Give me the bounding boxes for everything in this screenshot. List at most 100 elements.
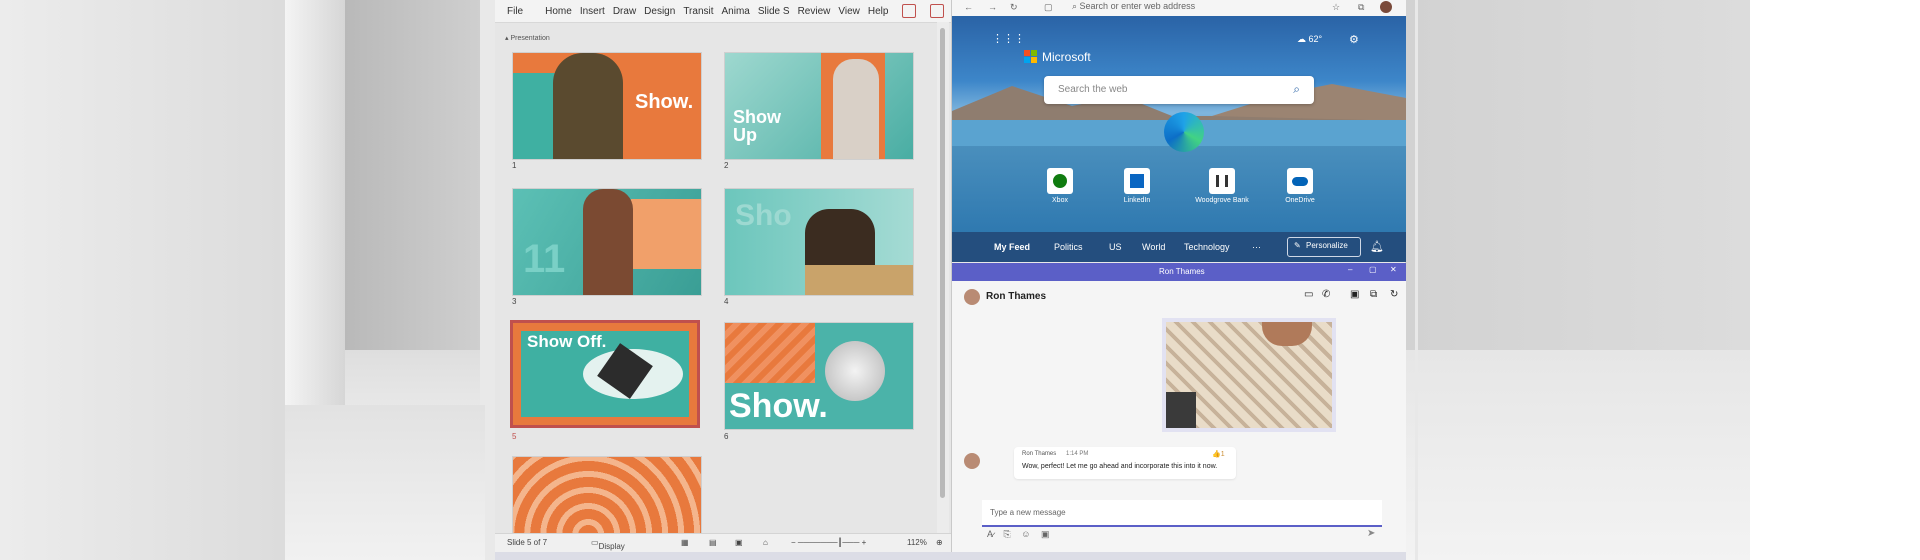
gif-icon[interactable]: ▣	[1041, 529, 1050, 539]
right-wall-line	[1415, 0, 1418, 560]
display-settings-button[interactable]: ▭ Display Settings	[591, 538, 627, 560]
slide-number: 1	[512, 161, 517, 170]
scrollbar-thumb[interactable]	[940, 28, 945, 498]
message-text: Wow, perfect! Let me go ahead and incorp…	[1022, 463, 1218, 470]
chat-header: Ron Thames ▭ ✆ ▣ ⧉ ↻	[952, 281, 1406, 313]
ribbon-tab-design[interactable]: Design	[644, 6, 675, 17]
back-icon[interactable]: ←	[964, 2, 973, 12]
tile-label-onedrive: OneDrive	[1285, 197, 1315, 204]
right-floor	[1405, 350, 1750, 560]
edge-window: ← → ↻ ▢ ⌕ Search or enter web address ☆ …	[952, 0, 1406, 262]
format-icon[interactable]: A̷	[987, 529, 993, 539]
tile-onedrive[interactable]	[1287, 168, 1313, 194]
message-time: 1:14 PM	[1066, 451, 1089, 457]
tile-label-linkedin: LinkedIn	[1123, 197, 1151, 204]
slide-thumbnail-2[interactable]: Show Up	[724, 52, 914, 160]
phone-call-icon[interactable]: ✆	[1322, 289, 1330, 300]
slide-thumbnail-1[interactable]: Show.	[512, 52, 702, 160]
send-icon[interactable]: ➤	[1367, 528, 1375, 539]
teams-titlebar: Ron Thames – ▢ ✕	[952, 263, 1406, 281]
comments-icon[interactable]	[930, 4, 945, 18]
maximize-icon[interactable]: ▢	[1369, 265, 1377, 274]
tile-linkedin[interactable]	[1124, 168, 1150, 194]
ribbon-tab-slideshow[interactable]: Slide S	[758, 6, 790, 17]
collections-icon[interactable]: ⧉	[1358, 2, 1364, 13]
slide-title: Show.	[729, 387, 828, 425]
slide-title: Show Up	[733, 107, 781, 145]
slide-number: 5	[512, 432, 517, 441]
shared-photo[interactable]	[1162, 318, 1336, 432]
ribbon-tab-insert[interactable]: Insert	[580, 6, 605, 17]
minimize-icon[interactable]: –	[1348, 265, 1352, 274]
slide-thumbnail-3[interactable]: 11	[512, 188, 702, 296]
screen-share-icon[interactable]: ▣	[1350, 289, 1359, 300]
compose-toolbar: A̷ ⎘ ☺ ▣	[987, 529, 1049, 540]
apps-grid-icon[interactable]: ⋮⋮⋮	[992, 32, 1025, 45]
ribbon-tab-transitions[interactable]: Transit	[683, 6, 713, 17]
search-input[interactable]: Search the web ⌕	[1044, 76, 1314, 104]
people-icon[interactable]: ⧉	[1370, 289, 1377, 300]
normal-view-icon[interactable]: ▦	[681, 538, 689, 547]
tab-politics[interactable]: Politics	[1054, 242, 1083, 252]
ribbon-tab-draw[interactable]: Draw	[613, 6, 636, 17]
tile-woodgrove[interactable]	[1209, 168, 1235, 194]
slide-thumbnail-5[interactable]: Show Off.	[510, 320, 700, 428]
reading-view-icon[interactable]: ▣	[735, 538, 743, 547]
ppt-status-bar: Slide 5 of 7 ▭ Display Settings ▦ ▤ ▣ ⌂ …	[495, 533, 951, 560]
contact-name: Ron Thames	[986, 291, 1047, 302]
refresh-icon[interactable]: ↻	[1010, 2, 1018, 13]
slide-shape	[805, 265, 913, 295]
tab-technology[interactable]: Technology	[1184, 242, 1230, 252]
slide-thumbnail-6[interactable]: Show.	[724, 322, 914, 430]
slide-number: 6	[724, 432, 729, 441]
left-wall	[0, 0, 285, 560]
tab-us[interactable]: US	[1109, 242, 1122, 252]
new-tab-hero: ⋮⋮⋮ Microsoft ☁ 62° ⚙ Search the web ⌕ X…	[952, 16, 1406, 232]
tab-actions-icon[interactable]: ▢	[1044, 2, 1053, 13]
ppt-ribbon: File Home Insert Draw Design Transit Ani…	[495, 0, 951, 23]
ribbon-tab-view[interactable]: View	[838, 6, 860, 17]
ribbon-tab-home[interactable]: Home	[545, 6, 572, 17]
zoom-slider[interactable]: − ───────┃─── +	[791, 538, 866, 547]
notifications-bell-icon[interactable]: 🔔︎	[1370, 240, 1384, 253]
slide-thumbnail-4[interactable]: Sho	[724, 188, 914, 296]
ribbon-tab-file[interactable]: File	[507, 6, 523, 17]
video-call-icon[interactable]: ▭	[1304, 289, 1313, 300]
fit-slide-icon[interactable]: ⊕	[936, 538, 943, 547]
compose-input[interactable]: Type a new message	[982, 500, 1382, 527]
emoji-icon[interactable]: ☺	[1021, 529, 1030, 539]
person-figure	[553, 53, 623, 159]
tile-xbox[interactable]	[1047, 168, 1073, 194]
weather-widget[interactable]: ☁ 62°	[1297, 34, 1322, 45]
tab-my-feed[interactable]: My Feed	[994, 242, 1030, 252]
attach-icon[interactable]: ⎘	[1004, 529, 1011, 539]
search-placeholder: Search the web	[1058, 84, 1128, 95]
tab-world[interactable]: World	[1142, 242, 1165, 252]
close-icon[interactable]: ✕	[1390, 265, 1397, 274]
more-tabs-icon[interactable]: ···	[1252, 242, 1261, 252]
search-icon[interactable]: ⌕	[1293, 82, 1300, 97]
zoom-level: 112%	[907, 538, 927, 547]
settings-gear-icon[interactable]: ⚙	[1349, 33, 1359, 46]
presenter-icon[interactable]: ⌂	[763, 538, 768, 547]
logo-square-green	[1031, 50, 1037, 56]
slide-sorter-icon[interactable]: ▤	[709, 538, 717, 547]
ribbon-tab-review[interactable]: Review	[798, 6, 831, 17]
ribbon-tab-animations[interactable]: Anima	[722, 6, 750, 17]
personalize-button[interactable]: ✎ Personalize	[1287, 237, 1361, 257]
ribbon-tab-help[interactable]: Help	[868, 6, 889, 17]
forward-icon[interactable]: →	[988, 2, 997, 12]
section-label: ▴ Presentation	[505, 35, 550, 42]
message-avatar[interactable]	[964, 453, 980, 469]
edge-toolbar: ← → ↻ ▢ ⌕ Search or enter web address ☆ …	[952, 0, 1406, 16]
address-bar[interactable]: ⌕ Search or enter web address	[1072, 1, 1195, 12]
feed-tabs: My Feed Politics US World Technology ···…	[952, 232, 1406, 262]
slide-thumbnail-7[interactable]	[512, 456, 702, 536]
share-icon[interactable]	[902, 4, 917, 18]
contact-avatar[interactable]	[964, 289, 980, 305]
reaction-badge[interactable]: 👍1	[1212, 450, 1225, 458]
address-placeholder: Search or enter web address	[1079, 1, 1196, 11]
favorites-icon[interactable]: ☆	[1332, 2, 1340, 13]
more-options-icon[interactable]: ↻	[1390, 289, 1398, 300]
avatar[interactable]	[1380, 1, 1392, 13]
